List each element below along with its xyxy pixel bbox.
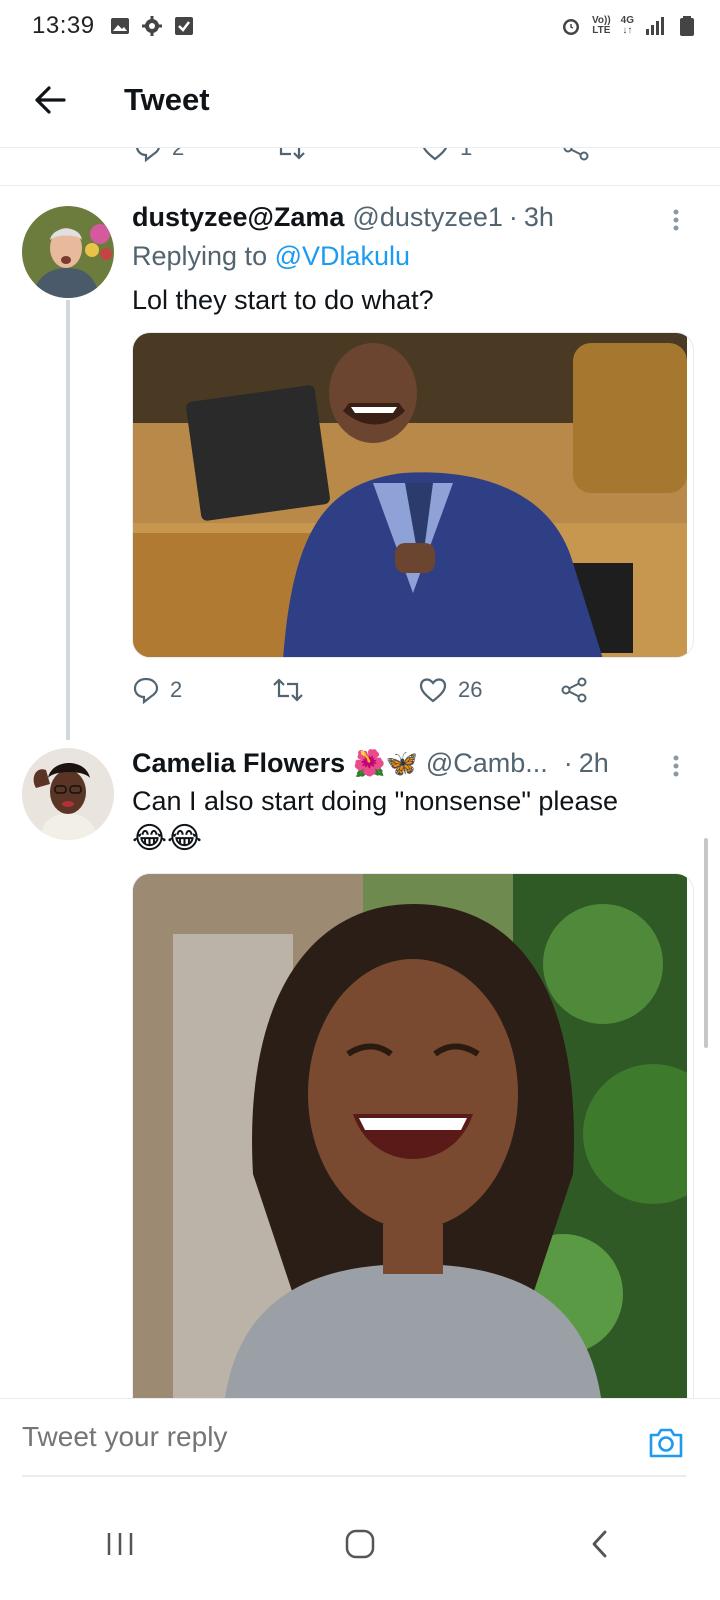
avatar[interactable] [22, 748, 114, 840]
check-box-icon [174, 17, 193, 35]
tweet-media[interactable] [132, 873, 694, 1398]
camera-button[interactable] [646, 1423, 686, 1463]
tweet-time[interactable]: 3h [524, 202, 554, 233]
gear-icon [141, 16, 162, 36]
tweet-actions: 2 26 [132, 658, 694, 722]
back-chevron-icon [592, 1530, 607, 1558]
reply-bar [0, 1398, 720, 1488]
app-header: Tweet [0, 52, 720, 148]
previous-tweet-actions-row: 2 1 [134, 148, 590, 162]
tweet-text: Lol they start to do what? [132, 285, 434, 315]
prev-like-count: 1 [460, 148, 472, 161]
tweet-2[interactable]: Camelia Flowers 🌺🦋 @Camb... · 2h Can I a… [0, 738, 720, 1398]
battery-icon [680, 16, 694, 36]
avatar-image [22, 206, 114, 298]
4g-icon: 4G ↓↑ [621, 16, 634, 36]
prev-like-button[interactable]: 1 [420, 148, 562, 162]
replying-to: Replying to @VDlakulu [132, 241, 694, 272]
share-icon [563, 148, 589, 161]
more-options-button[interactable] [658, 202, 694, 238]
tweet-image [133, 874, 693, 1398]
more-vertical-icon [673, 755, 679, 777]
reply-button[interactable]: 2 [132, 676, 272, 704]
avatar-image [22, 748, 114, 840]
system-nav-bar [0, 1488, 720, 1600]
name-emojis: 🌺🦋 [353, 748, 418, 778]
recent-apps-button[interactable] [80, 1514, 160, 1574]
share-button[interactable] [560, 676, 588, 704]
retweet-icon [279, 148, 305, 160]
heart-icon [422, 148, 448, 161]
status-bar: 13:39 Vo)) LTE 4G ↓↑ [0, 0, 720, 52]
back-button[interactable] [0, 52, 100, 148]
reply-input[interactable] [22, 1421, 582, 1453]
camera-icon [649, 1428, 683, 1458]
image-icon [110, 18, 129, 34]
signal-icon [646, 17, 664, 35]
share-icon [561, 677, 587, 703]
reply-input-underline [22, 1475, 686, 1477]
display-name[interactable]: Camelia Flowers [132, 748, 345, 779]
prev-share-button[interactable] [562, 148, 590, 162]
replying-prefix: Replying to [132, 241, 268, 271]
tweet-1-body: dustyzee@Zama @dustyzee1 · 3h Replying t… [132, 202, 694, 722]
alarm-icon [562, 19, 579, 35]
user-handle[interactable]: @dustyzee1 [352, 202, 503, 233]
like-count: 26 [458, 677, 483, 702]
recent-apps-icon [107, 1533, 133, 1555]
status-right-icons: Vo)) LTE 4G ↓↑ [560, 15, 698, 37]
back-nav-button[interactable] [560, 1514, 640, 1574]
previous-tweet-actions: 2 1 [0, 148, 720, 186]
data-arrows: ↓↑ [622, 25, 633, 36]
volte-bottom: LTE [592, 25, 611, 36]
like-button[interactable]: 26 [418, 676, 560, 704]
volte-icon: Vo)) LTE [592, 16, 611, 36]
home-button[interactable] [320, 1514, 400, 1574]
scrollbar[interactable] [704, 838, 708, 1048]
prev-reply-count: 2 [172, 148, 184, 161]
avatar[interactable] [22, 206, 114, 298]
separator: · [563, 748, 573, 778]
back-arrow-icon [35, 85, 66, 114]
tweet-image [133, 333, 687, 657]
status-left-icons [109, 15, 195, 37]
prev-retweet-button[interactable] [274, 148, 420, 162]
tweet-media[interactable] [132, 332, 694, 658]
reply-icon [133, 677, 159, 704]
more-options-button[interactable] [658, 748, 694, 784]
prev-reply-button[interactable]: 2 [134, 148, 274, 162]
heart-icon [419, 678, 447, 703]
reply-icon [136, 148, 160, 162]
retweet-icon [273, 678, 303, 702]
tweet-header: Camelia Flowers 🌺🦋 @Camb... · 2h [132, 748, 694, 779]
tweet-emoji-line: 😂😂 [132, 822, 203, 855]
separator: · [508, 202, 518, 232]
tweet-2-body: Camelia Flowers 🌺🦋 @Camb... · 2h Can I a… [132, 748, 694, 1398]
thread-line [66, 300, 70, 740]
reply-count: 2 [170, 677, 183, 702]
display-name[interactable]: dustyzee@Zama [132, 202, 344, 233]
tweet-1[interactable]: dustyzee@Zama @dustyzee1 · 3h Replying t… [0, 186, 720, 740]
tweet-text: Can I also start doing "nonsense" please [132, 786, 618, 816]
replying-mention[interactable]: @VDlakulu [275, 241, 410, 271]
status-time: 13:39 [32, 12, 95, 39]
user-handle[interactable]: @Camb... [426, 748, 548, 779]
retweet-button[interactable] [272, 676, 418, 704]
page-title: Tweet [124, 81, 210, 117]
tweet-time[interactable]: 2h [579, 748, 609, 779]
home-icon [345, 1529, 375, 1559]
tweet-header: dustyzee@Zama @dustyzee1 · 3h [132, 202, 694, 233]
more-vertical-icon [673, 209, 679, 231]
